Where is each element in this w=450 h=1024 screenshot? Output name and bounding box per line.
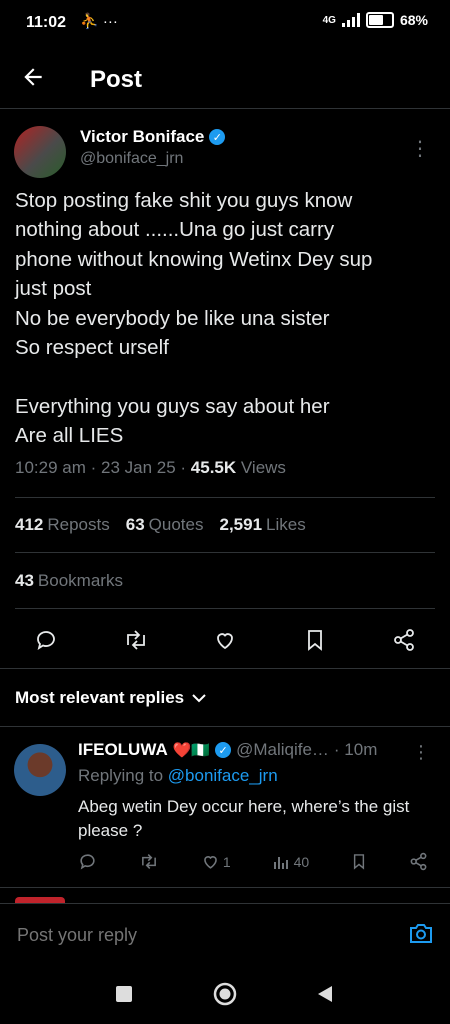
reply-text: Abeg wetin Dey occur here, where’s the g… (78, 797, 410, 840)
reply-author-emoji: ❤️🇳🇬 (172, 742, 211, 759)
status-time: 11:02 (26, 14, 67, 31)
replying-to: Replying to @boniface_jrn (78, 766, 278, 786)
divider (0, 726, 450, 727)
reply-more-icon[interactable]: ⋮ (412, 742, 430, 763)
divider (15, 497, 435, 498)
status-bar: 11:02 ⛹ ··· 4G 68% (0, 0, 450, 46)
reposts-count: 412 (15, 515, 44, 534)
divider (15, 552, 435, 553)
tweet-line: nothing about ......Una go just carry (15, 218, 335, 242)
tweet-line: So respect urself (15, 335, 169, 359)
share-icon[interactable] (391, 627, 417, 653)
tweet-line: No be everybody be like una sister (15, 306, 330, 330)
author-name[interactable]: Victor Boniface (80, 127, 204, 147)
tweet-line: Stop posting fake shit you guys know (15, 189, 353, 212)
network-icon: 4G (322, 14, 336, 26)
system-nav-bar (0, 965, 450, 1024)
views-label: Views (236, 458, 286, 477)
reply-bookmark-icon[interactable] (351, 852, 367, 871)
views-count: 45.5K (190, 458, 237, 477)
author-name-row[interactable]: Victor Boniface ✓ (80, 127, 226, 147)
back-nav-icon[interactable] (316, 985, 334, 1008)
more-options-icon[interactable]: ⋮ (410, 136, 430, 161)
reply-author-handle[interactable]: @Maliqife… (236, 740, 329, 760)
verified-badge-icon: ✓ (209, 129, 226, 145)
replying-handle-link[interactable]: @boniface_jrn (168, 766, 278, 785)
tweet-line: Are all LIES (15, 424, 124, 448)
replying-prefix: Replying to (78, 766, 168, 785)
likes-label: Likes (266, 515, 306, 534)
reply-likes-count: 1 (222, 853, 231, 870)
chevron-down-icon (192, 694, 206, 703)
verified-badge-icon: ✓ (215, 742, 232, 758)
home-icon[interactable] (213, 982, 237, 1011)
heart-icon (204, 856, 217, 869)
replies-sort-dropdown[interactable]: Most relevant replies (15, 688, 206, 708)
reply-author-name[interactable]: IFEOLUWA (78, 740, 168, 760)
arrow-left-icon[interactable] (20, 64, 46, 97)
reply-header: IFEOLUWA ❤️🇳🇬 ✓ @Maliqife… · 10m (78, 740, 377, 760)
tweet-actions (15, 620, 435, 660)
quotes-stat[interactable]: 63 Quotes (126, 515, 204, 535)
bookmarks-label: Bookmarks (37, 571, 123, 590)
author-avatar[interactable] (14, 126, 66, 178)
bookmarks-count: 43 (15, 571, 34, 590)
tweet-line: Everything you guys say about her (15, 394, 330, 418)
quotes-count: 63 (125, 515, 145, 534)
battery-icon (365, 12, 394, 28)
bookmark-icon[interactable] (302, 627, 328, 653)
views-icon (273, 856, 288, 869)
tweet-line (15, 362, 435, 391)
divider (0, 887, 450, 888)
reply-repost-icon[interactable] (139, 852, 159, 871)
reposts-label: Reposts (47, 515, 110, 534)
quotes-label: Quotes (148, 515, 204, 534)
bookmarks-stat[interactable]: 43 Bookmarks (15, 571, 123, 591)
tweet-text: Stop posting fake shit you guys know not… (15, 186, 435, 451)
engagement-stats: 412 Reposts 63 Quotes 2,591 Likes (15, 515, 306, 535)
recents-icon[interactable] (115, 985, 133, 1008)
likes-stat[interactable]: 2,591 Likes (219, 515, 305, 535)
reply-input[interactable] (15, 924, 379, 947)
tweet-timestamp: 10:29 am · 23 Jan 25 · (15, 458, 191, 477)
status-notification-icons: ⛹ ··· (80, 13, 118, 30)
page-title: Post (90, 66, 143, 93)
reply-reply-icon[interactable] (78, 852, 97, 871)
top-bar: Post (0, 52, 450, 109)
reply-avatar[interactable] (14, 744, 66, 796)
repost-icon[interactable] (123, 627, 149, 653)
tweet-line: phone without knowing Wetinx Dey sup (15, 247, 373, 271)
reply-like-button[interactable]: 1 (201, 852, 231, 871)
reply-icon[interactable] (33, 627, 59, 653)
reply-views-button[interactable]: 40 (273, 853, 310, 871)
camera-icon[interactable] (408, 921, 434, 950)
reposts-stat[interactable]: 412 Reposts (15, 515, 110, 535)
divider (15, 608, 435, 609)
reply-views-count: 40 (293, 853, 310, 870)
tweet-line: just post (15, 277, 92, 301)
divider (0, 668, 450, 669)
author-handle[interactable]: @boniface_jrn (80, 150, 183, 168)
reply-composer (0, 903, 450, 966)
replies-sort-label: Most relevant replies (15, 688, 185, 707)
signal-icon (341, 13, 360, 27)
tweet-meta: 10:29 am · 23 Jan 25 · 45.5K Views (15, 458, 286, 478)
likes-count: 2,591 (219, 515, 263, 534)
reply-actions: 1 40 (78, 852, 428, 871)
battery-level: 68% (399, 12, 428, 28)
reply-age: · 10m (333, 740, 378, 759)
reply-share-icon[interactable] (409, 852, 428, 871)
like-icon[interactable] (212, 627, 238, 653)
